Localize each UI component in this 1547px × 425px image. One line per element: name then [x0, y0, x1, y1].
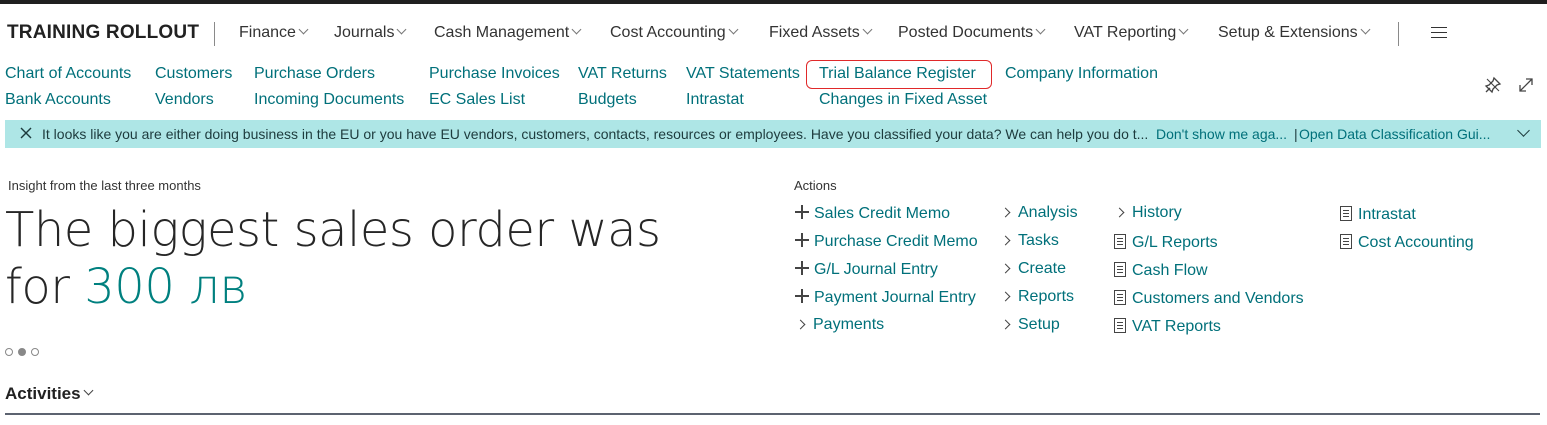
link-vendors[interactable]: Vendors: [155, 91, 214, 109]
chevron-down-icon: [728, 24, 739, 35]
chevron-down-icon: [571, 24, 582, 35]
link-purchase-orders[interactable]: Purchase Orders: [254, 65, 375, 83]
report-icon: [1114, 234, 1126, 249]
action-setup[interactable]: Setup: [1000, 316, 1060, 334]
section-divider: [5, 413, 1540, 415]
chevron-right-icon: [1000, 263, 1011, 274]
chevron-down-icon: [1178, 24, 1189, 35]
hamburger-menu-icon[interactable]: [1431, 27, 1447, 38]
link-trial-balance-register[interactable]: Trial Balance Register: [819, 65, 976, 83]
report-icon: [1114, 318, 1126, 333]
action-intrastat[interactable]: Intrastat: [1340, 204, 1416, 224]
action-cash-flow[interactable]: Cash Flow: [1114, 260, 1208, 280]
action-reports[interactable]: Reports: [1000, 288, 1074, 306]
chevron-down-icon: [298, 24, 309, 35]
action-sales-credit-memo[interactable]: Sales Credit Memo: [795, 204, 950, 223]
chevron-down-icon: [1035, 24, 1046, 35]
insight-caption: Insight from the last three months: [8, 178, 201, 193]
report-icon: [1340, 206, 1352, 221]
notification-message: It looks like you are either doing busin…: [42, 126, 1149, 142]
report-icon: [1340, 234, 1352, 249]
action-gl-journal-entry[interactable]: G/L Journal Entry: [795, 260, 938, 279]
chevron-right-icon: [1000, 235, 1011, 246]
link-vat-returns[interactable]: VAT Returns: [578, 65, 667, 83]
report-icon: [1114, 290, 1126, 305]
link-intrastat[interactable]: Intrastat: [686, 91, 744, 109]
menu-cash-management[interactable]: Cash Management: [434, 24, 582, 42]
menu-cost-accounting[interactable]: Cost Accounting: [610, 24, 739, 42]
pin-icon[interactable]: [1484, 76, 1502, 94]
notification-separator: |: [1294, 126, 1298, 142]
action-purchase-credit-memo[interactable]: Purchase Credit Memo: [795, 232, 978, 251]
plus-icon: [795, 261, 809, 275]
link-budgets[interactable]: Budgets: [578, 91, 637, 109]
action-tasks[interactable]: Tasks: [1000, 232, 1059, 250]
link-incoming-documents[interactable]: Incoming Documents: [254, 91, 404, 109]
activities-header[interactable]: Activities: [5, 384, 94, 404]
app-header: TRAINING ROLLOUT Finance Journals Cash M…: [0, 14, 1547, 50]
dont-show-again-link[interactable]: Don't show me aga...: [1156, 126, 1287, 142]
headline-line2: for 300 лв: [5, 259, 247, 315]
expand-icon[interactable]: [1517, 76, 1535, 94]
action-history[interactable]: History: [1114, 204, 1182, 222]
insight-headline[interactable]: The biggest sales order was for 300 лв: [5, 202, 661, 316]
menu-vat-reporting[interactable]: VAT Reporting: [1074, 24, 1189, 42]
action-gl-reports[interactable]: G/L Reports: [1114, 232, 1218, 252]
link-customers[interactable]: Customers: [155, 65, 232, 83]
chevron-down-icon: [397, 24, 407, 35]
menu-fixed-assets[interactable]: Fixed Assets: [769, 24, 873, 42]
menu-posted-documents[interactable]: Posted Documents: [898, 24, 1046, 42]
menu-setup-extensions[interactable]: Setup & Extensions: [1218, 24, 1371, 42]
open-data-classification-link[interactable]: Open Data Classification Gui...: [1299, 126, 1490, 142]
chevron-down-icon: [862, 24, 873, 35]
actions-caption: Actions: [794, 178, 837, 193]
chevron-down-icon: [1360, 24, 1371, 35]
chevron-right-icon: [1000, 207, 1011, 218]
carousel-dot-active[interactable]: [18, 348, 26, 356]
action-vat-reports[interactable]: VAT Reports: [1114, 316, 1221, 336]
header-divider: [214, 22, 215, 46]
notification-bar: It looks like you are either doing busin…: [5, 120, 1541, 148]
header-divider: [1398, 22, 1399, 46]
action-customers-and-vendors[interactable]: Customers and Vendors: [1114, 288, 1304, 308]
plus-icon: [795, 205, 809, 219]
report-icon: [1114, 262, 1126, 277]
chevron-down-icon[interactable]: [1517, 124, 1530, 137]
chevron-right-icon: [1114, 207, 1125, 218]
link-ec-sales-list[interactable]: EC Sales List: [429, 91, 525, 109]
chevron-down-icon: [83, 385, 94, 396]
link-bank-accounts[interactable]: Bank Accounts: [5, 91, 111, 109]
headline-line1: The biggest sales order was: [5, 202, 661, 258]
plus-icon: [795, 233, 809, 247]
plus-icon: [795, 289, 809, 303]
sales-amount: 300 лв: [84, 259, 247, 315]
menu-finance[interactable]: Finance: [239, 24, 309, 42]
action-analysis[interactable]: Analysis: [1000, 204, 1078, 222]
chevron-right-icon: [1000, 291, 1011, 302]
carousel-dot[interactable]: [31, 348, 39, 356]
menu-journals[interactable]: Journals: [334, 24, 407, 42]
link-company-information[interactable]: Company Information: [1005, 65, 1158, 83]
carousel-dot[interactable]: [5, 348, 13, 356]
action-create[interactable]: Create: [1000, 260, 1066, 278]
top-border: [0, 0, 1547, 4]
link-chart-of-accounts[interactable]: Chart of Accounts: [5, 65, 131, 83]
action-payment-journal-entry[interactable]: Payment Journal Entry: [795, 288, 976, 307]
link-changes-in-fixed-asset[interactable]: Changes in Fixed Asset: [819, 91, 987, 109]
chevron-right-icon: [795, 319, 806, 330]
link-purchase-invoices[interactable]: Purchase Invoices: [429, 65, 560, 83]
action-payments[interactable]: Payments: [795, 316, 884, 334]
action-cost-accounting[interactable]: Cost Accounting: [1340, 232, 1474, 252]
chevron-right-icon: [1000, 319, 1011, 330]
link-vat-statements[interactable]: VAT Statements: [686, 65, 800, 83]
close-icon[interactable]: [19, 126, 33, 140]
company-name[interactable]: TRAINING ROLLOUT: [7, 22, 199, 44]
